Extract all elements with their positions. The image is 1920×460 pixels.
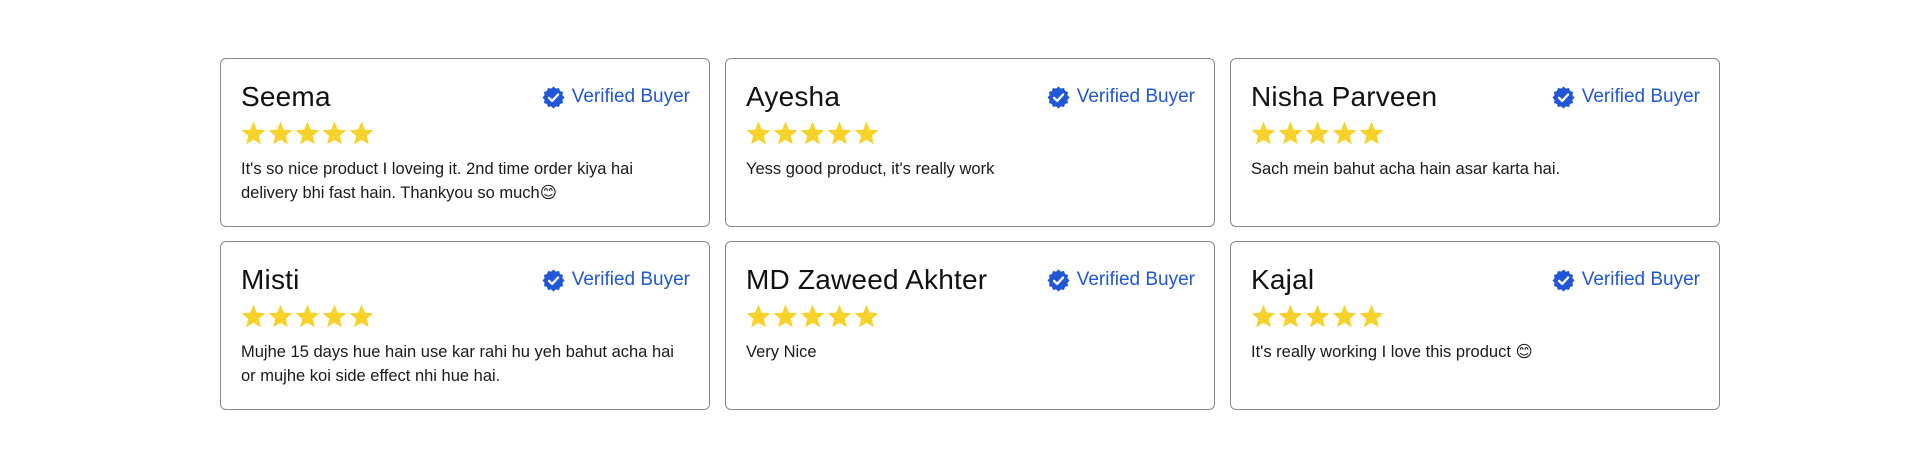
- star-icon: [800, 121, 825, 146]
- star-icon: [241, 304, 266, 329]
- star-icon: [854, 304, 879, 329]
- verified-badge-icon: [1552, 268, 1575, 292]
- verified-buyer-label: Verified Buyer: [1076, 269, 1195, 290]
- review-card: Nisha Parveen Verified Buyer Sach mein b…: [1230, 58, 1720, 227]
- verified-buyer-label: Verified Buyer: [571, 269, 690, 290]
- star-icon: [854, 121, 879, 146]
- star-icon: [827, 304, 852, 329]
- verified-buyer-badge: Verified Buyer: [1552, 268, 1700, 292]
- star-icon: [1305, 304, 1330, 329]
- review-card-header: MD Zaweed Akhter Verified Buyer: [746, 264, 1195, 296]
- review-text: Yess good product, it's really work: [746, 160, 995, 178]
- verified-buyer-badge: Verified Buyer: [542, 268, 690, 292]
- review-card-header: Nisha Parveen Verified Buyer: [1251, 81, 1700, 113]
- verified-buyer-badge: Verified Buyer: [1047, 85, 1195, 109]
- star-icon: [1305, 121, 1330, 146]
- verified-buyer-badge: Verified Buyer: [542, 85, 690, 109]
- reviews-grid: Seema Verified Buyer It's so nice produc…: [220, 58, 1720, 410]
- reviewer-name: Ayesha: [746, 81, 841, 112]
- star-icon: [773, 121, 798, 146]
- review-text: It's really working I love this product …: [1251, 343, 1533, 361]
- star-icon: [1332, 121, 1357, 146]
- star-icon: [1332, 304, 1357, 329]
- star-icon: [1251, 121, 1276, 146]
- star-icon: [746, 121, 771, 146]
- star-icon: [349, 304, 374, 329]
- star-icon: [241, 121, 266, 146]
- verified-badge-icon: [1047, 268, 1070, 292]
- review-text: Very Nice: [746, 343, 817, 361]
- verified-buyer-badge: Verified Buyer: [1552, 85, 1700, 109]
- review-card: Misti Verified Buyer Mujhe 15 days hue h…: [220, 241, 710, 410]
- star-rating: [746, 304, 1195, 330]
- verified-badge-icon: [542, 85, 565, 109]
- review-text: It's so nice product I loveing it. 2nd t…: [241, 160, 634, 202]
- star-icon: [746, 304, 771, 329]
- review-card: Seema Verified Buyer It's so nice produc…: [220, 58, 710, 227]
- verified-buyer-label: Verified Buyer: [1076, 86, 1195, 107]
- star-icon: [268, 121, 293, 146]
- star-rating: [1251, 304, 1700, 330]
- reviewer-name: MD Zaweed Akhter: [746, 264, 988, 295]
- review-card: Kajal Verified Buyer It's really working…: [1230, 241, 1720, 410]
- star-icon: [295, 121, 320, 146]
- verified-badge-icon: [1552, 85, 1575, 109]
- verified-badge-icon: [542, 268, 565, 292]
- review-card-header: Ayesha Verified Buyer: [746, 81, 1195, 113]
- star-icon: [827, 121, 852, 146]
- verified-buyer-badge: Verified Buyer: [1047, 268, 1195, 292]
- star-icon: [773, 304, 798, 329]
- star-rating: [1251, 121, 1700, 147]
- review-card: MD Zaweed Akhter Verified Buyer Very Nic…: [725, 241, 1215, 410]
- star-icon: [800, 304, 825, 329]
- verified-buyer-label: Verified Buyer: [571, 86, 690, 107]
- reviewer-name: Kajal: [1251, 264, 1315, 295]
- reviewer-name: Nisha Parveen: [1251, 81, 1438, 112]
- review-card-header: Kajal Verified Buyer: [1251, 264, 1700, 296]
- star-icon: [349, 121, 374, 146]
- star-icon: [1278, 304, 1303, 329]
- star-icon: [268, 304, 293, 329]
- star-icon: [1359, 121, 1384, 146]
- verified-badge-icon: [1047, 85, 1070, 109]
- star-rating: [241, 304, 690, 330]
- star-rating: [241, 121, 690, 147]
- star-rating: [746, 121, 1195, 147]
- review-text: Sach mein bahut acha hain asar karta hai…: [1251, 160, 1561, 178]
- star-icon: [322, 304, 347, 329]
- reviewer-name: Seema: [241, 81, 331, 112]
- star-icon: [1278, 121, 1303, 146]
- star-icon: [1251, 304, 1276, 329]
- star-icon: [295, 304, 320, 329]
- star-icon: [322, 121, 347, 146]
- verified-buyer-label: Verified Buyer: [1581, 86, 1700, 107]
- star-icon: [1359, 304, 1384, 329]
- verified-buyer-label: Verified Buyer: [1581, 269, 1700, 290]
- reviewer-name: Misti: [241, 264, 300, 295]
- review-card-header: Misti Verified Buyer: [241, 264, 690, 296]
- review-card: Ayesha Verified Buyer Yess good product,…: [725, 58, 1215, 227]
- review-text: Mujhe 15 days hue hain use kar rahi hu y…: [241, 343, 674, 385]
- review-card-header: Seema Verified Buyer: [241, 81, 690, 113]
